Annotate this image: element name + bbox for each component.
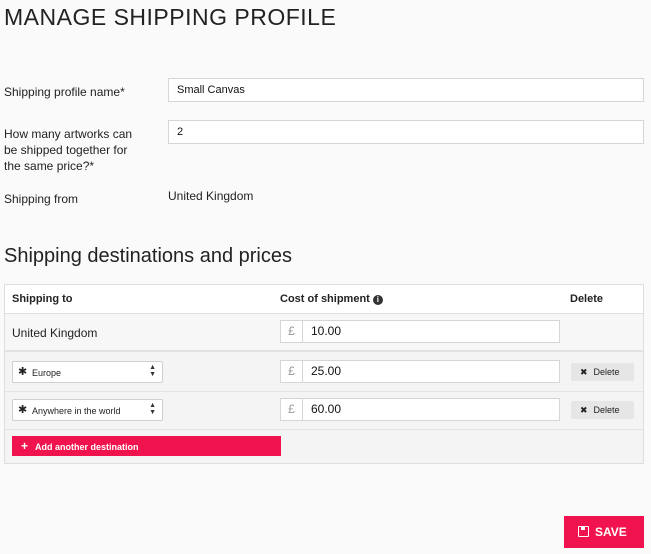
destination-select[interactable]: ✱ Europe ▲ ▼ xyxy=(12,361,163,383)
price-input[interactable]: 25.00 xyxy=(302,360,560,383)
close-icon: ✖ xyxy=(580,405,588,415)
header-cost-label: Cost of shipment xyxy=(280,293,370,305)
destination-select[interactable]: ✱ Anywhere in the world ▲ ▼ xyxy=(12,399,163,421)
price-input[interactable]: 10.00 xyxy=(302,320,560,343)
delete-button[interactable]: ✖ Delete xyxy=(571,401,634,419)
currency-symbol: £ xyxy=(280,398,302,421)
add-destination-button[interactable]: + Add another destination xyxy=(12,436,281,456)
destination-select-value: Europe xyxy=(32,368,62,378)
destinations-table: Shipping to Cost of shipment i Delete Uni… xyxy=(4,284,644,464)
delete-button-label: Delete xyxy=(593,405,620,415)
delete-button[interactable]: ✖ Delete xyxy=(571,363,634,381)
artworks-count-label: How many artworks can be shipped togethe… xyxy=(4,126,132,174)
table-header: Shipping to Cost of shipment i Delete xyxy=(5,285,643,314)
required-asterisk-icon: ✱ xyxy=(18,366,28,378)
profile-name-input[interactable]: Small Canvas xyxy=(168,78,644,102)
save-disk-icon xyxy=(578,526,589,537)
plus-icon: + xyxy=(21,439,29,453)
price-group: £ 10.00 xyxy=(280,320,560,343)
page-title: MANAGE SHIPPING PROFILE xyxy=(4,4,337,30)
table-row: United Kingdom £ 10.00 xyxy=(5,314,643,352)
destinations-section-title: Shipping destinations and prices xyxy=(4,245,292,267)
currency-symbol: £ xyxy=(280,320,302,343)
delete-button-label: Delete xyxy=(593,367,620,377)
price-group: £ 25.00 xyxy=(280,360,560,383)
shipping-from-value: United Kingdom xyxy=(168,189,254,203)
select-arrows-icon: ▲ ▼ xyxy=(149,364,156,378)
select-arrows-icon: ▲ ▼ xyxy=(149,402,156,416)
info-icon[interactable]: i xyxy=(372,295,383,305)
header-shipping-to: Shipping to xyxy=(12,293,73,305)
add-destination-label: Add another destination xyxy=(35,442,139,452)
profile-name-label: Shipping profile name* xyxy=(4,85,125,99)
artworks-count-input[interactable]: 2 xyxy=(168,120,644,144)
save-button[interactable]: SAVE xyxy=(564,516,644,548)
artworks-label-line3: the same price?* xyxy=(4,159,95,173)
artworks-label-line1: How many artworks can xyxy=(4,127,133,141)
save-button-label: SAVE xyxy=(595,525,627,539)
header-cost: Cost of shipment i xyxy=(280,293,383,305)
header-delete: Delete xyxy=(570,293,604,305)
currency-symbol: £ xyxy=(280,360,302,383)
shipping-from-label: Shipping from xyxy=(4,192,79,206)
close-icon: ✖ xyxy=(580,367,588,377)
table-row: ✱ Anywhere in the world ▲ ▼ £ 60.00 ✖ Dele… xyxy=(5,392,643,430)
artworks-label-line2: be shipped together for xyxy=(4,143,128,157)
table-row: ✱ Europe ▲ ▼ £ 25.00 ✖ Delete xyxy=(5,354,643,392)
destination-select-value: Anywhere in the world xyxy=(32,406,121,416)
price-input[interactable]: 60.00 xyxy=(302,398,560,421)
price-group: £ 60.00 xyxy=(280,398,560,421)
required-asterisk-icon: ✱ xyxy=(18,404,28,416)
destination-name: United Kingdom xyxy=(12,326,98,340)
